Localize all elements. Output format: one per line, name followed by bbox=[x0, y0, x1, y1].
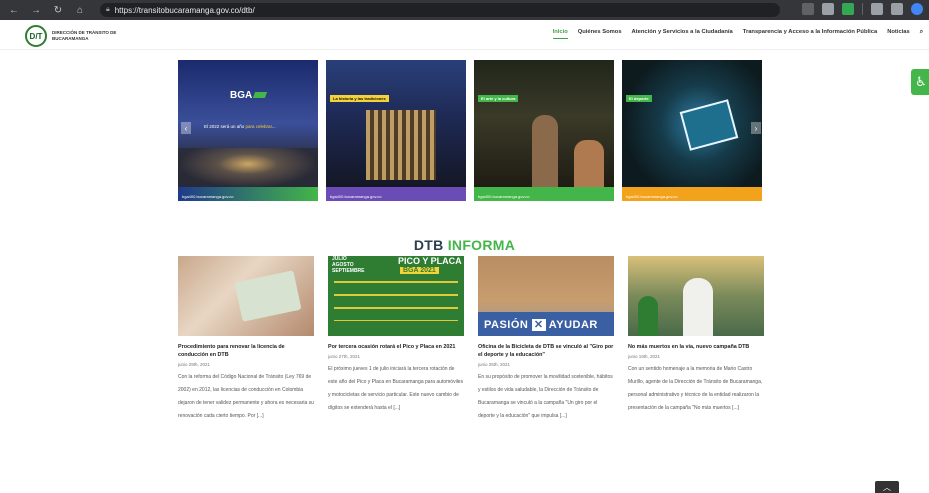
post-card: No más muertos en la vía, nuevo campaña … bbox=[628, 256, 764, 415]
back-to-top-button[interactable]: ︿ bbox=[875, 481, 899, 493]
post-title[interactable]: Oficina de la Bicicleta de DTB se vincul… bbox=[478, 343, 614, 359]
post-date: junio 29th, 2021 bbox=[178, 362, 211, 367]
post-excerpt: Con un sentido homenaje a la memoria de … bbox=[628, 366, 763, 411]
carousel-prev-button[interactable]: ‹ bbox=[181, 122, 191, 134]
post-card: JULIO AGOSTO SEPTIEMBRE PICO Y PLACA BGA 2… bbox=[328, 256, 464, 415]
site-header: D/T DIRECCIÓN DE TRÁNSITO DE BUCARAMANGA… bbox=[0, 20, 929, 50]
back-icon[interactable]: ← bbox=[6, 2, 22, 18]
banner-text: PASIÓN ✕ AYUDAR bbox=[484, 319, 598, 331]
slide-footer: bga400.bucaramanga.gov.co bbox=[622, 187, 762, 201]
post-title[interactable]: No más muertos en la vía, nuevo campaña … bbox=[628, 343, 764, 351]
pico-placa-badge: BGA 2021 bbox=[400, 267, 439, 274]
slide-footer: bga400.bucaramanga.gov.co bbox=[326, 187, 466, 201]
separator bbox=[862, 3, 863, 15]
schedule-table-image bbox=[334, 281, 458, 321]
post-thumbnail[interactable]: PASIÓN ✕ AYUDAR bbox=[478, 256, 614, 336]
carousel-slide-4[interactable]: El deporte bga400.bucaramanga.gov.co bbox=[622, 60, 762, 201]
slide-caption: El 2022 será un año para celebrar... bbox=[204, 124, 276, 129]
slide-label: El arte y la cultura bbox=[478, 95, 519, 102]
post-date: junio 19th, 2021 bbox=[628, 354, 661, 359]
carousel-slide-1[interactable]: BGA El 2022 será un año para celebrar...… bbox=[178, 60, 318, 201]
post-thumbnail[interactable] bbox=[178, 256, 314, 336]
translate-icon[interactable] bbox=[802, 3, 814, 15]
carousel-slide-2[interactable]: La historia y las tradiciones bga400.buc… bbox=[326, 60, 466, 201]
forward-icon[interactable]: → bbox=[28, 2, 44, 18]
post-excerpt: En su propósito de promover la movilidad… bbox=[478, 374, 613, 419]
carousel-slide-3[interactable]: El arte y la cultura bga400.bucaramanga.… bbox=[474, 60, 614, 201]
search-icon[interactable]: ⌕ bbox=[920, 29, 923, 39]
logo-emblem: D/T bbox=[25, 25, 47, 47]
attendee-image bbox=[638, 296, 658, 336]
carousel-next-button[interactable]: › bbox=[751, 122, 761, 134]
menu-item-inicio[interactable]: Inicio bbox=[552, 29, 568, 39]
menu-item-quienes-somos[interactable]: Quiénes Somos bbox=[578, 29, 622, 39]
speaker-image bbox=[683, 278, 713, 336]
menu-item-noticias[interactable]: Noticias bbox=[887, 29, 910, 39]
post-excerpt: Con la reforma del Código Nacional de Tr… bbox=[178, 374, 314, 419]
post-thumbnail[interactable]: JULIO AGOSTO SEPTIEMBRE PICO Y PLACA BGA 2… bbox=[328, 256, 464, 336]
pico-placa-title: PICO Y PLACA bbox=[398, 256, 462, 266]
post-title[interactable]: Procedimiento para renovar la licencia d… bbox=[178, 343, 314, 359]
post-card: PASIÓN ✕ AYUDAR Oficina de la Bicicleta … bbox=[478, 256, 614, 423]
url-text: https://transitobucaramanga.gov.co/dtb/ bbox=[114, 5, 255, 15]
building-image bbox=[366, 110, 436, 180]
extension-icon[interactable] bbox=[822, 3, 834, 15]
slide-footer: bga400.bucaramanga.gov.co bbox=[474, 187, 614, 201]
collections-icon[interactable] bbox=[891, 3, 903, 15]
browser-toolbar: ← → ↻ ⌂ 🔒︎ https://transitobucaramanga.g… bbox=[0, 0, 929, 20]
slide-footer: bga400.bucaramanga.gov.co bbox=[178, 187, 318, 201]
bookmark-icon[interactable] bbox=[871, 3, 883, 15]
slide-label: El deporte bbox=[626, 95, 652, 102]
pico-placa-months: JULIO AGOSTO SEPTIEMBRE bbox=[332, 256, 365, 274]
slide-label: La historia y las tradiciones bbox=[330, 95, 389, 102]
post-excerpt: El próximo jueves 1 de julio iniciará la… bbox=[328, 366, 464, 411]
site-logo[interactable]: D/T DIRECCIÓN DE TRÁNSITO DE BUCARAMANGA bbox=[25, 25, 122, 47]
slide-brand: BGA bbox=[230, 90, 253, 101]
musician-image bbox=[532, 115, 558, 190]
menu-item-atencion[interactable]: Atención y Servicios a la Ciudadanía bbox=[632, 29, 733, 39]
address-bar[interactable]: 🔒︎ https://transitobucaramanga.gov.co/dt… bbox=[100, 3, 780, 17]
accessibility-icon[interactable]: ♿︎ bbox=[911, 69, 929, 95]
post-date: junio 25th, 2021 bbox=[478, 362, 511, 367]
sports-field-image bbox=[679, 99, 739, 151]
main-menu: Inicio Quiénes Somos Atención y Servicio… bbox=[552, 29, 923, 39]
post-date: junio 27th, 2021 bbox=[328, 354, 361, 359]
menu-item-transparencia[interactable]: Transparencia y Acceso a la Información … bbox=[743, 29, 877, 39]
guitarist-image bbox=[574, 140, 604, 190]
extension-green-icon[interactable] bbox=[842, 3, 854, 15]
license-card-image bbox=[234, 270, 302, 322]
logo-text: DIRECCIÓN DE TRÁNSITO DE BUCARAMANGA bbox=[52, 30, 117, 41]
post-thumbnail[interactable] bbox=[628, 256, 764, 336]
lock-icon: 🔒︎ bbox=[106, 6, 110, 13]
post-title[interactable]: Por tercera ocasión rotará el Pico y Pla… bbox=[328, 343, 464, 351]
profile-avatar[interactable] bbox=[911, 3, 923, 15]
slide-brand-mark bbox=[252, 92, 268, 98]
city-lights-image bbox=[178, 148, 318, 188]
reload-icon[interactable]: ↻ bbox=[50, 2, 66, 18]
home-icon[interactable]: ⌂ bbox=[72, 2, 88, 18]
post-card: Procedimiento para renovar la licencia d… bbox=[178, 256, 314, 423]
section-title: DTB INFORMA bbox=[413, 237, 516, 253]
